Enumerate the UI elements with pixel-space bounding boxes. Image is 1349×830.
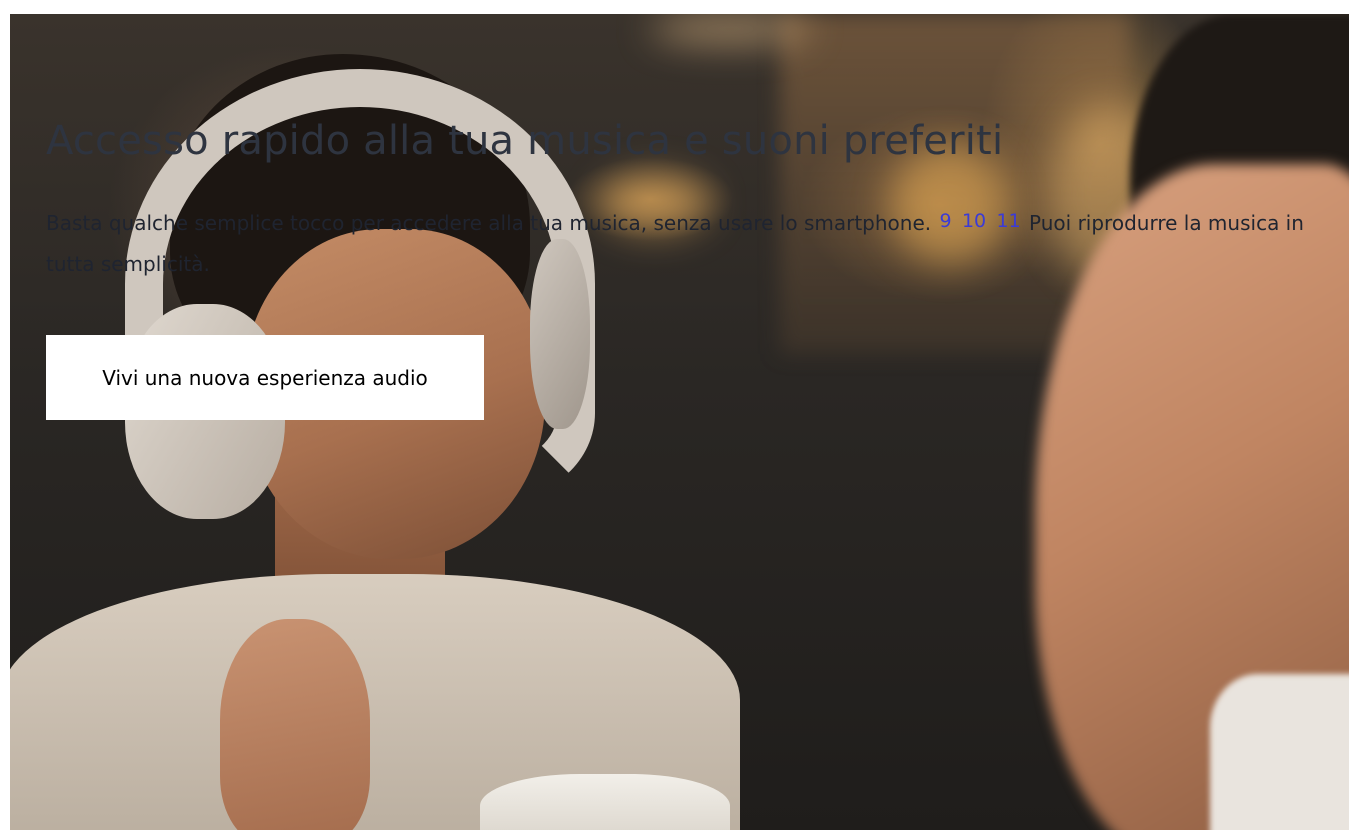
coffee-cup <box>480 774 730 830</box>
hero-description: Basta qualche semplice tocco per acceder… <box>46 201 1316 285</box>
cta-new-audio-experience-button[interactable]: Vivi una nuova esperienza audio <box>46 335 484 420</box>
bokeh-light <box>650 14 810 44</box>
hero-headline: Accesso rapido alla tua musica e suoni p… <box>46 118 1004 164</box>
woman-hand <box>220 619 370 830</box>
footnote-link-11[interactable]: 11 <box>997 210 1021 232</box>
description-text: Basta qualche semplice tocco per acceder… <box>46 211 932 235</box>
footnote-link-10[interactable]: 10 <box>962 210 986 232</box>
footnote-link-9[interactable]: 9 <box>940 210 952 232</box>
friend-collar <box>1210 674 1349 830</box>
hero-banner: Accesso rapido alla tua musica e suoni p… <box>10 14 1349 830</box>
